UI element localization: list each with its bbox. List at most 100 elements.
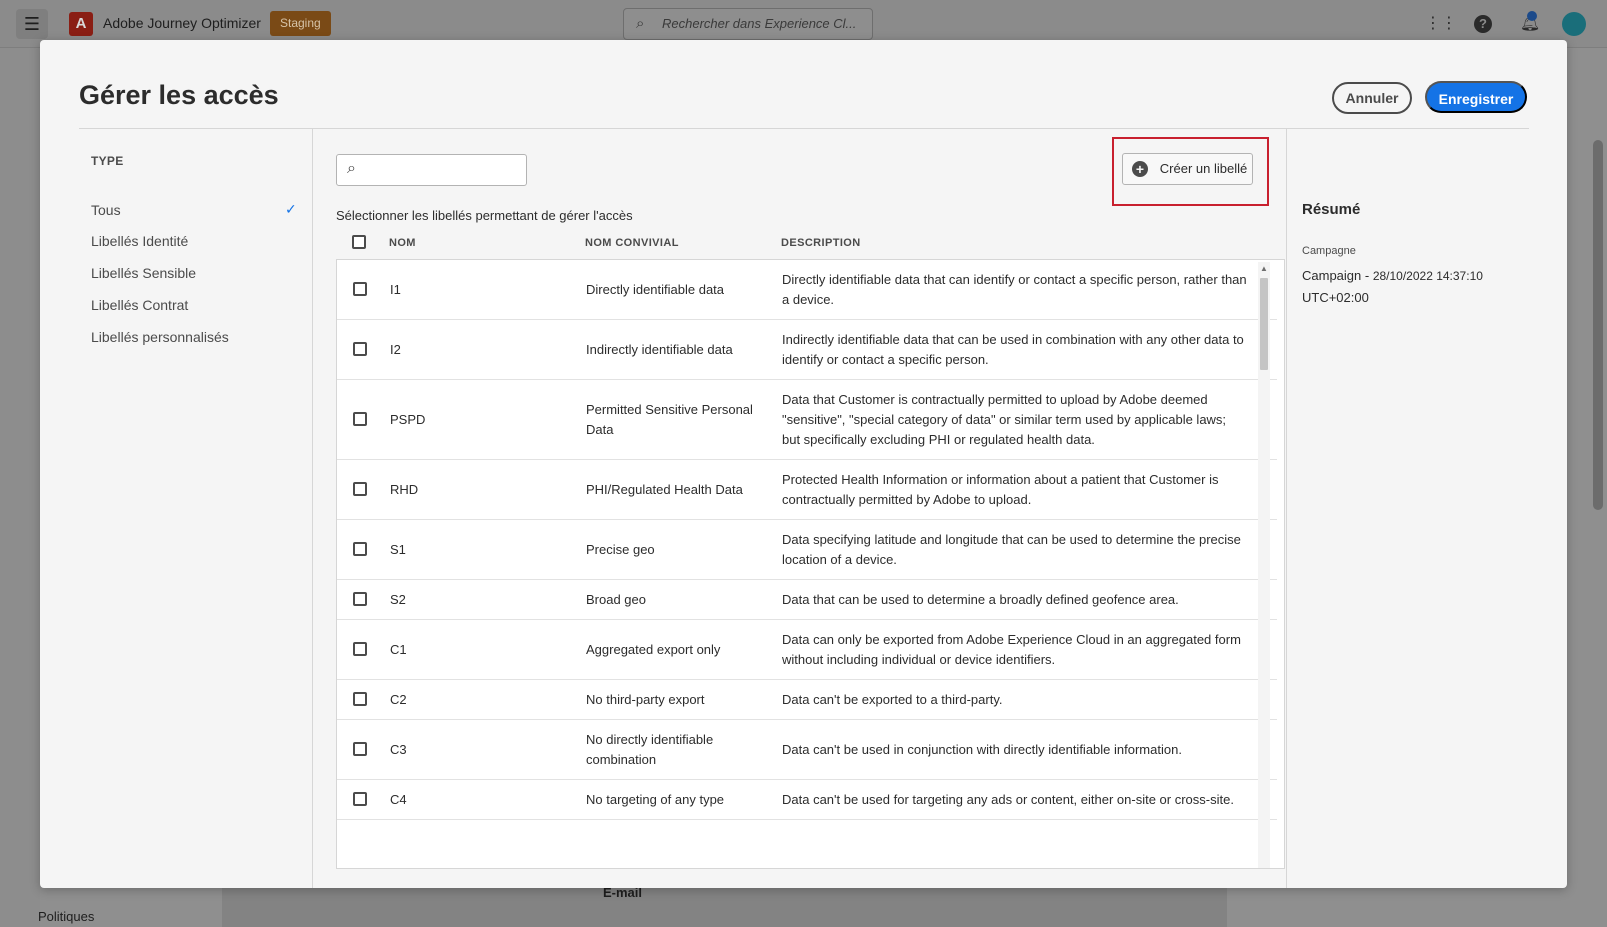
- cell-friendly-name: Directly identifiable data: [586, 282, 725, 297]
- type-item-identity[interactable]: Libellés Identité: [91, 233, 188, 249]
- summary-label: Campagne: [1302, 245, 1356, 257]
- dialog-title: Gérer les accès: [79, 80, 279, 110]
- cell-name: C1: [390, 642, 407, 657]
- column-header-description[interactable]: DESCRIPTION: [781, 237, 861, 249]
- cell-name: I2: [390, 342, 401, 357]
- table-row[interactable]: C4 No targeting of any type Data can't b…: [337, 780, 1277, 820]
- cell-name: C2: [390, 692, 407, 707]
- cell-friendly-name: PHI/Regulated Health Data: [586, 482, 743, 497]
- type-item-contract[interactable]: Libellés Contrat: [91, 297, 188, 313]
- cell-name: RHD: [390, 482, 419, 497]
- cell-description: Indirectly identifiable data that can be…: [782, 332, 1244, 367]
- table-row[interactable]: C2 No third-party export Data can't be e…: [337, 680, 1277, 720]
- type-filter-panel: TYPE Tous ✓ Libellés Identité Libellés S…: [79, 129, 313, 888]
- cell-description: Data can't be used in conjunction with d…: [782, 742, 1182, 757]
- row-checkbox[interactable]: [353, 482, 367, 496]
- row-checkbox[interactable]: [353, 342, 367, 356]
- checkmark-icon: ✓: [285, 201, 297, 217]
- cell-friendly-name: Permitted Sensitive Personal Data: [586, 402, 753, 437]
- table-row[interactable]: I2 Indirectly identifiable data Indirect…: [337, 320, 1277, 380]
- row-checkbox[interactable]: [353, 642, 367, 656]
- instruction-text: Sélectionner les libellés permettant de …: [336, 208, 633, 223]
- row-checkbox[interactable]: [353, 692, 367, 706]
- nav-item-policies[interactable]: Politiques: [38, 909, 94, 924]
- table-row[interactable]: C1 Aggregated export only Data can only …: [337, 620, 1277, 680]
- table-row[interactable]: S2 Broad geo Data that can be used to de…: [337, 580, 1277, 620]
- manage-access-dialog: Gérer les accès Annuler Enregistrer TYPE…: [40, 40, 1567, 888]
- notification-badge: [1527, 11, 1537, 21]
- summary-title: Résumé: [1302, 201, 1361, 218]
- cell-name: C4: [390, 792, 407, 807]
- table-row[interactable]: C3 No directly identifiable combination …: [337, 720, 1277, 780]
- cell-friendly-name: No third-party export: [586, 692, 705, 707]
- table-row[interactable]: RHD PHI/Regulated Health Data Protected …: [337, 460, 1277, 520]
- select-all-checkbox[interactable]: [352, 235, 366, 249]
- page-scrollbar[interactable]: [1593, 140, 1603, 510]
- column-header-friendly-name[interactable]: NOM CONVIVIAL: [585, 237, 679, 249]
- summary-campaign-name: Campaign -: [1302, 268, 1373, 283]
- cancel-button[interactable]: Annuler: [1332, 82, 1412, 114]
- row-checkbox[interactable]: [353, 742, 367, 756]
- cell-friendly-name: Precise geo: [586, 542, 655, 557]
- table-row[interactable]: I1 Directly identifiable data Directly i…: [337, 260, 1277, 320]
- type-item-all[interactable]: Tous: [91, 202, 121, 218]
- summary-campaign-timezone: UTC+02:00: [1302, 290, 1369, 305]
- left-nav: [0, 48, 40, 927]
- adobe-logo: A: [69, 12, 93, 36]
- table-row[interactable]: [337, 820, 1277, 868]
- cell-description: Data can't be exported to a third-party.: [782, 692, 1003, 707]
- labels-table: I1 Directly identifiable data Directly i…: [336, 259, 1285, 869]
- cell-description: Data can only be exported from Adobe Exp…: [782, 632, 1241, 667]
- cell-name: I1: [390, 282, 401, 297]
- table-header: NOM NOM CONVIVIAL DESCRIPTION: [336, 230, 1285, 256]
- cell-name: S2: [390, 592, 406, 607]
- table-row[interactable]: S1 Precise geo Data specifying latitude …: [337, 520, 1277, 580]
- cell-description: Data that can be used to determine a bro…: [782, 592, 1179, 607]
- chevron-up-icon[interactable]: ▲: [1260, 264, 1268, 273]
- cell-description: Data that Customer is contractually perm…: [782, 392, 1227, 447]
- scrollbar-thumb[interactable]: [1260, 278, 1268, 370]
- create-label-text: Créer un libellé: [1159, 161, 1248, 176]
- cell-description: Data can't be used for targeting any ads…: [782, 792, 1234, 807]
- create-label-button[interactable]: + Créer un libellé: [1122, 153, 1253, 185]
- search-icon: ⌕: [347, 160, 356, 177]
- cell-description: Directly identifiable data that can iden…: [782, 272, 1247, 307]
- row-checkbox[interactable]: [353, 282, 367, 296]
- row-checkbox[interactable]: [353, 542, 367, 556]
- summary-campaign-date: 28/10/2022 14:37:10: [1372, 269, 1483, 283]
- cell-description: Protected Health Information or informat…: [782, 472, 1219, 507]
- cell-friendly-name: Broad geo: [586, 592, 646, 607]
- cell-name: C3: [390, 742, 407, 757]
- column-header-name[interactable]: NOM: [389, 237, 416, 249]
- row-checkbox[interactable]: [353, 792, 367, 806]
- row-checkbox[interactable]: [353, 412, 367, 426]
- add-circle-icon: +: [1132, 161, 1148, 177]
- label-search-field[interactable]: ⌕: [336, 154, 527, 186]
- avatar[interactable]: [1562, 12, 1586, 36]
- hamburger-icon[interactable]: ☰: [16, 9, 48, 39]
- row-checkbox[interactable]: [353, 592, 367, 606]
- global-search-input[interactable]: ⌕ Rechercher dans Experience Cl...: [623, 8, 873, 40]
- cell-description: Data specifying latitude and longitude t…: [782, 532, 1241, 567]
- help-icon[interactable]: ?: [1474, 15, 1492, 33]
- summary-value: Campaign - 28/10/2022 14:37:10 UTC+02:00: [1302, 265, 1522, 308]
- cell-friendly-name: Aggregated export only: [586, 642, 721, 657]
- apps-grid-icon[interactable]: ⋮⋮: [1425, 13, 1457, 35]
- cell-friendly-name: No targeting of any type: [586, 792, 725, 807]
- search-icon: ⌕: [636, 15, 645, 32]
- environment-badge[interactable]: Staging: [270, 11, 331, 36]
- save-button[interactable]: Enregistrer: [1425, 81, 1527, 113]
- type-heading: TYPE: [91, 154, 124, 168]
- app-title: Adobe Journey Optimizer: [103, 15, 261, 31]
- table-scrollbar[interactable]: ▲: [1258, 262, 1270, 868]
- cell-name: PSPD: [390, 412, 426, 427]
- cell-name: S1: [390, 542, 406, 557]
- label-search-input[interactable]: [369, 159, 519, 181]
- cell-friendly-name: No directly identifiable combination: [586, 732, 714, 767]
- type-item-sensitive[interactable]: Libellés Sensible: [91, 265, 196, 281]
- type-item-custom[interactable]: Libellés personnalisés: [91, 329, 229, 345]
- summary-panel: Résumé Campagne Campaign - 28/10/2022 14…: [1286, 129, 1529, 888]
- global-search-placeholder: Rechercher dans Experience Cl...: [662, 16, 857, 31]
- cell-friendly-name: Indirectly identifiable data: [586, 342, 733, 357]
- table-row[interactable]: PSPD Permitted Sensitive Personal Data D…: [337, 380, 1277, 460]
